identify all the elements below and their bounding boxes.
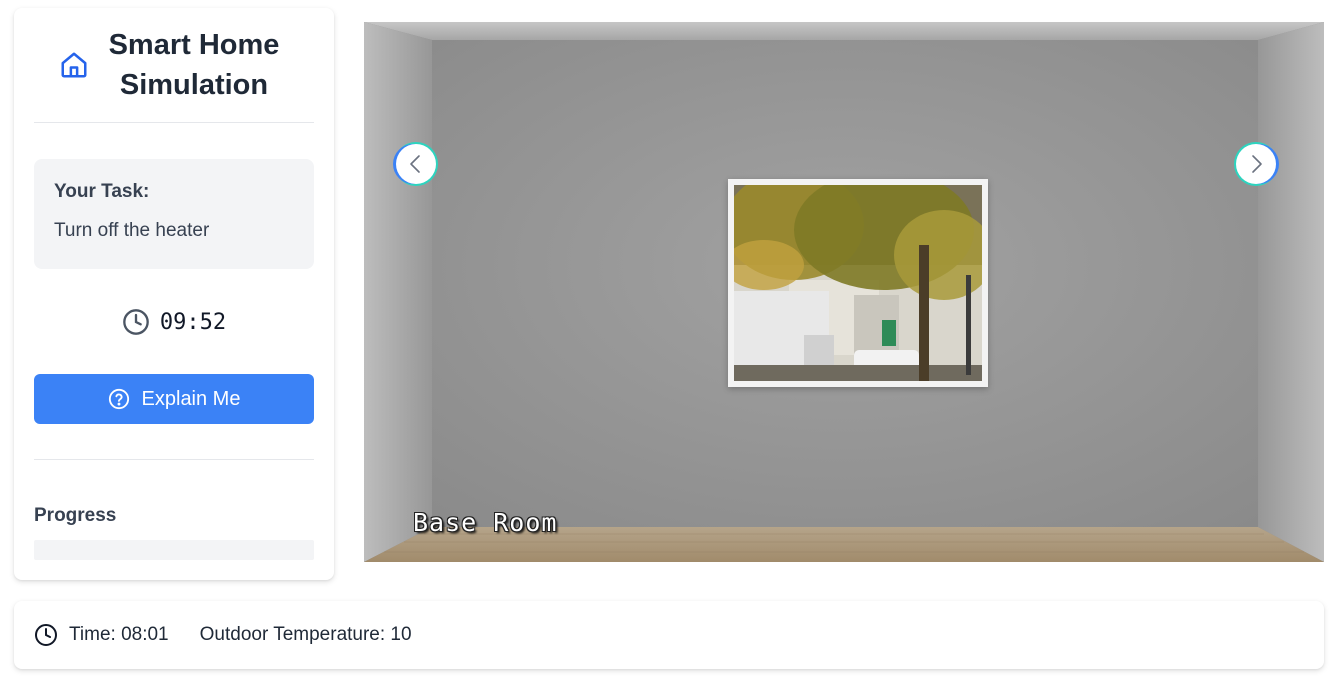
timer-value: 09:52 — [159, 309, 227, 335]
app-title: Smart Home Simulation — [108, 29, 280, 101]
clock-icon — [123, 309, 149, 335]
chevron-right-icon — [1252, 155, 1262, 173]
countdown-timer: 09:52 — [34, 306, 314, 338]
task-description: Turn off the heater — [54, 220, 210, 241]
app-header: Smart Home Simulation — [34, 8, 314, 123]
help-circle-icon — [108, 388, 129, 410]
task-card: Your Task: Turn off the heater — [34, 159, 314, 269]
chevron-left-icon — [410, 155, 420, 173]
previous-room-button[interactable] — [396, 144, 436, 184]
home-icon — [61, 52, 87, 78]
progress-bar — [34, 540, 314, 560]
window-view — [728, 179, 988, 387]
outdoor-temperature: Outdoor Temperature: 10 — [199, 624, 412, 645]
status-bar: Time: 08:01 Outdoor Temperature: 10 — [14, 601, 1324, 669]
clock-icon — [35, 624, 57, 646]
room-view: Base Room — [364, 22, 1324, 562]
simulation-time: Time: 08:01 — [69, 624, 169, 645]
outdoor-scene-image — [734, 185, 982, 381]
explain-me-label: Explain Me — [141, 387, 241, 410]
room-name-label: Base Room — [413, 508, 558, 537]
task-heading: Your Task: — [54, 181, 150, 202]
progress-label: Progress — [34, 505, 117, 526]
next-room-button[interactable] — [1236, 144, 1276, 184]
divider — [34, 459, 314, 460]
explain-me-button[interactable]: Explain Me — [34, 374, 314, 424]
sidebar-panel: Smart Home Simulation Your Task: Turn of… — [14, 8, 334, 580]
